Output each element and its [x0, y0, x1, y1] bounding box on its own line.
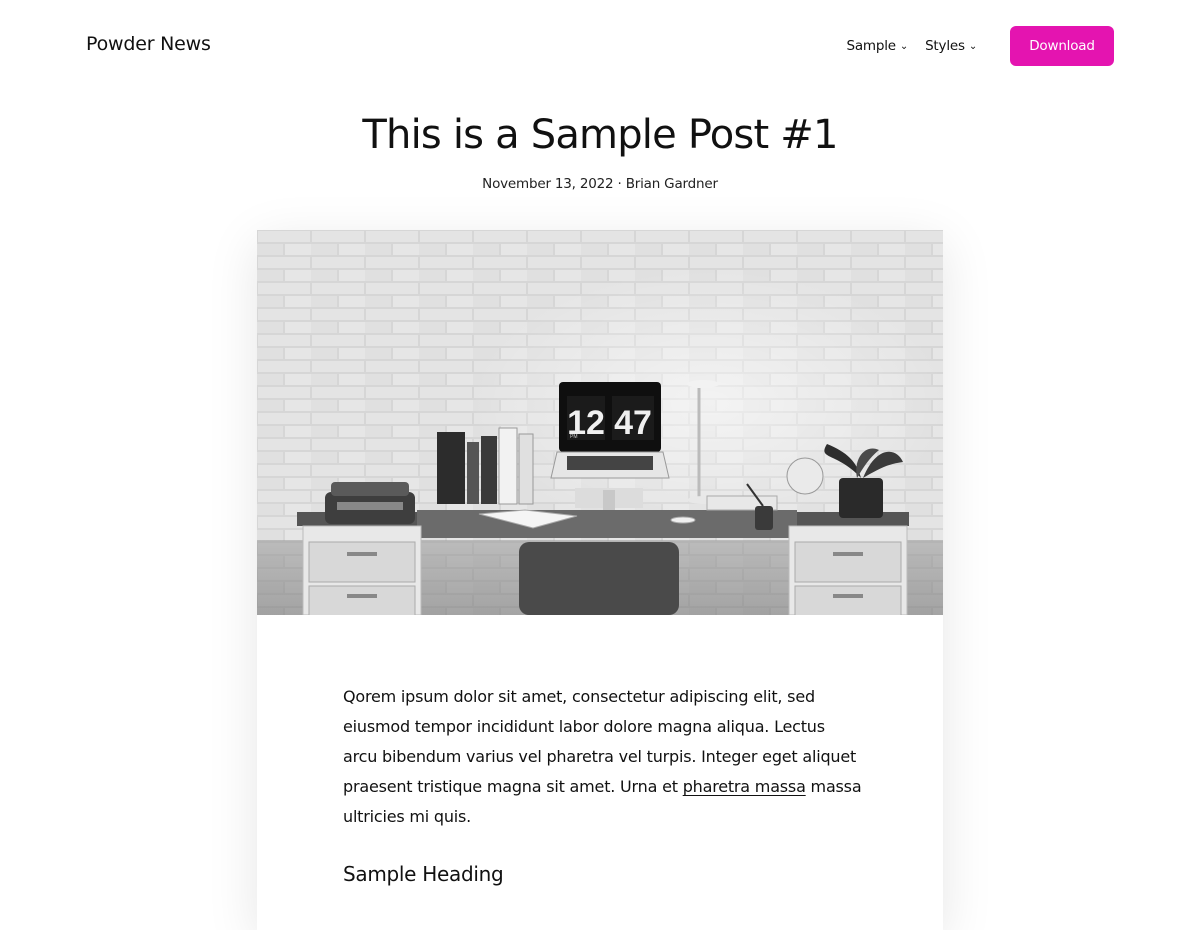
sample-heading: Sample Heading [343, 862, 504, 886]
post-author-link[interactable]: Brian Gardner [626, 176, 718, 192]
nav-item-sample[interactable]: Sample ⌄ [846, 38, 908, 54]
post-title: This is a Sample Post #1 [362, 112, 838, 158]
post-meta: November 13, 2022 · Brian Gardner [0, 176, 1200, 192]
nav-item-styles[interactable]: Styles ⌄ [925, 38, 977, 54]
clock-minutes: 47 [614, 404, 652, 442]
post-paragraph: Qorem ipsum dolor sit amet, consectetur … [343, 682, 863, 832]
post-card: 12 47 PM Qorem ipsum dolor sit amet, con… [257, 230, 943, 930]
meta-separator: · [617, 176, 626, 192]
nav-item-label: Styles [925, 38, 965, 54]
chevron-down-icon: ⌄ [968, 41, 977, 52]
primary-nav: Sample ⌄ Styles ⌄ [846, 38, 994, 54]
nav-item-label: Sample [846, 38, 896, 54]
featured-image: 12 47 PM [257, 230, 943, 615]
download-button[interactable]: Download [1010, 26, 1114, 66]
site-title-link[interactable]: Powder News [86, 33, 211, 55]
chevron-down-icon: ⌄ [899, 41, 909, 52]
post-content: Qorem ipsum dolor sit amet, consectetur … [343, 682, 863, 886]
clock-period: PM [570, 434, 578, 440]
site-header: Powder News Sample ⌄ Styles ⌄ Download [0, 0, 1200, 94]
post-date-link[interactable]: November 13, 2022 [482, 176, 613, 192]
desk-photo: 12 47 PM [257, 230, 943, 615]
pharetra-massa-link[interactable]: pharetra massa [683, 777, 806, 796]
